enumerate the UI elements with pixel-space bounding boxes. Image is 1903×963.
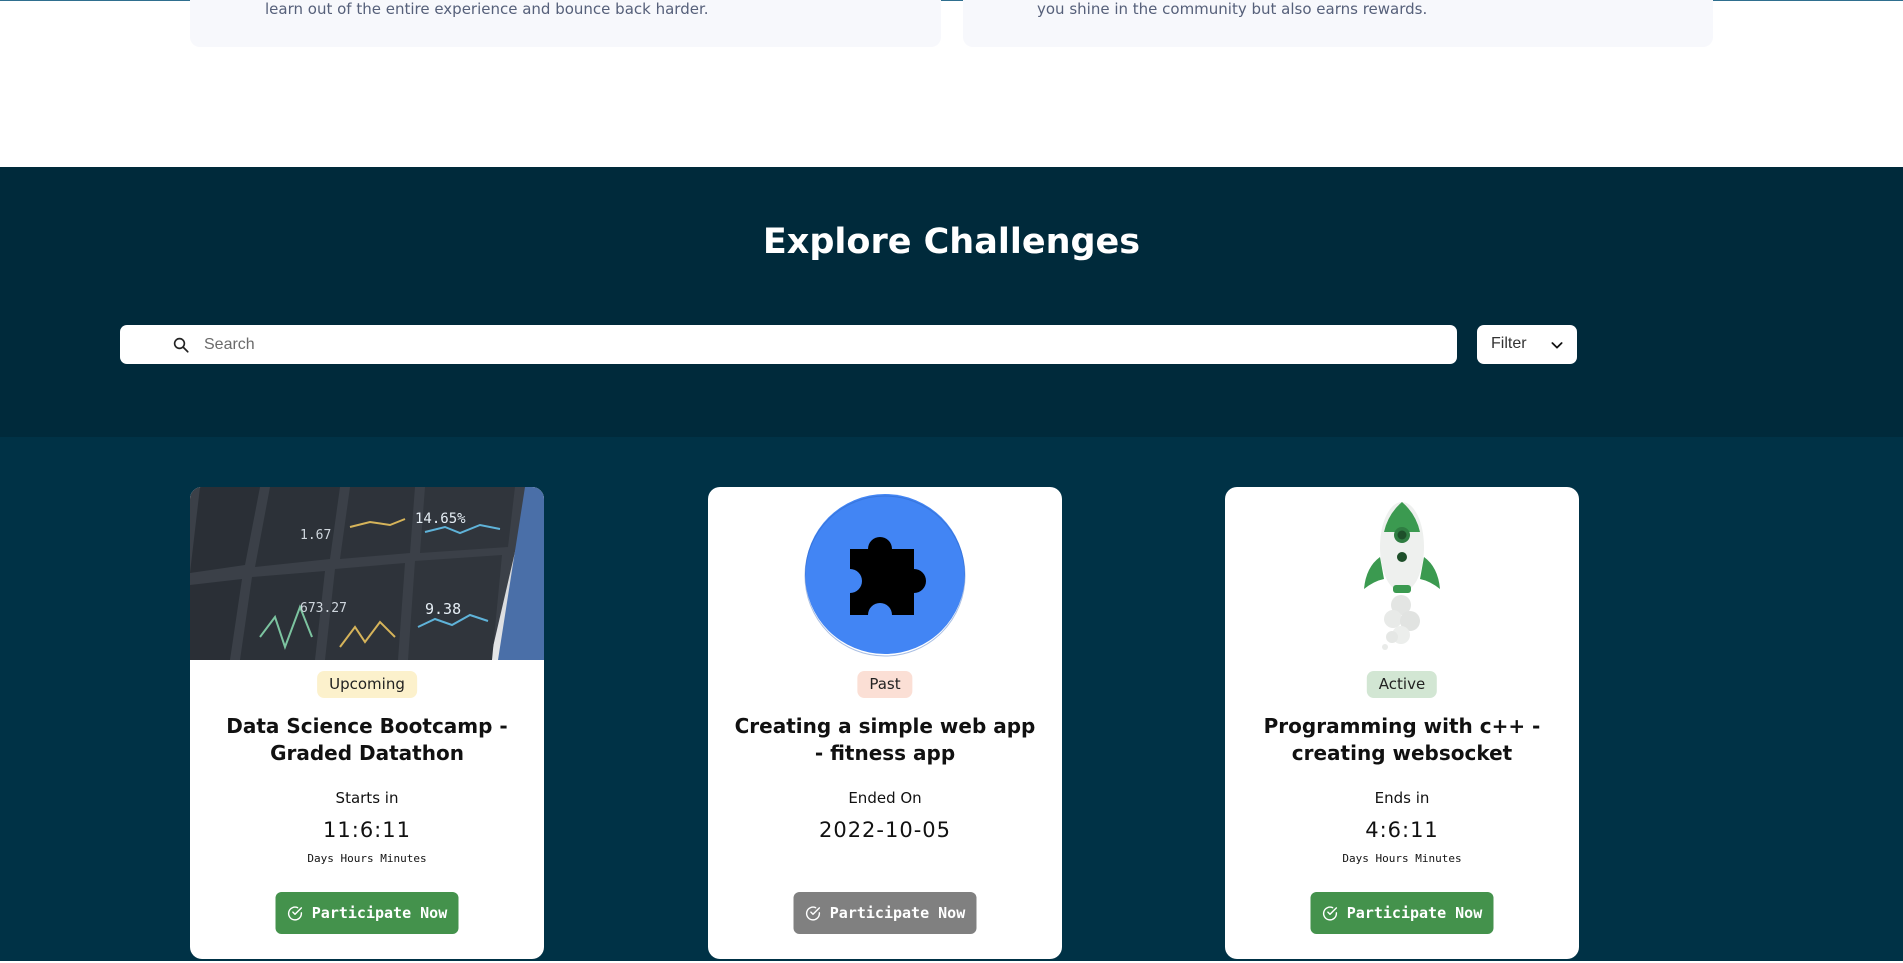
participate-now-button[interactable]: Participate Now <box>275 892 459 934</box>
card-title: Programming with c++ - creating websocke… <box>1263 714 1541 765</box>
puzzle-icon <box>804 494 966 657</box>
chevron-down-icon <box>1551 342 1563 349</box>
svg-text:1.67: 1.67 <box>300 528 331 543</box>
check-circle-icon <box>806 905 821 921</box>
countdown-units: Days Hours Minutes <box>307 852 427 865</box>
countdown-value: 11:6:11 <box>323 818 411 842</box>
time-label: Starts in <box>335 789 399 807</box>
status-badge: Past <box>857 671 913 698</box>
feature-text: learn out of the entire experience and b… <box>265 0 709 18</box>
search-input[interactable] <box>204 332 1404 358</box>
button-label: Participate Now <box>1346 904 1483 922</box>
time-label: Ends in <box>1374 789 1430 807</box>
participate-now-button[interactable]: Participate Now <box>793 892 977 934</box>
rocket-icon <box>1364 502 1440 650</box>
feature-card-bounce-back: learn out of the entire experience and b… <box>190 0 941 47</box>
filter-label: Filter <box>1491 335 1527 352</box>
search-icon <box>173 337 189 353</box>
search-bar[interactable] <box>120 325 1457 364</box>
challenge-card[interactable]: 14.65% 9.38 1.67 673.27 Upcoming Data Sc… <box>190 487 544 959</box>
svg-text:673.27: 673.27 <box>300 601 347 616</box>
feature-card-rewards: you shine in the community but also earn… <box>963 0 1713 47</box>
card-title: Data Science Bootcamp - Graded Datathon <box>226 714 508 765</box>
countdown-value: 4:6:11 <box>1365 818 1439 842</box>
button-label: Participate Now <box>311 904 448 922</box>
explore-hero <box>0 167 1903 437</box>
end-date: 2022-10-05 <box>818 818 952 842</box>
participate-now-button[interactable]: Participate Now <box>1310 892 1494 934</box>
challenge-card[interactable]: Past Creating a simple web app - fitness… <box>708 487 1062 959</box>
status-badge: Active <box>1366 671 1438 698</box>
svg-text:14.65%: 14.65% <box>415 511 466 527</box>
page-title: Explore Challenges <box>762 222 1141 262</box>
countdown-units: Days Hours Minutes <box>1342 852 1462 865</box>
svg-text:9.38: 9.38 <box>425 600 461 618</box>
status-badge: Upcoming <box>317 671 417 698</box>
button-label: Participate Now <box>829 904 966 922</box>
challenge-card[interactable]: Active Programming with c++ - creating w… <box>1225 487 1579 959</box>
filter-dropdown[interactable]: Filter <box>1477 325 1577 364</box>
check-circle-icon <box>1323 905 1338 921</box>
time-label: Ended On <box>848 789 922 807</box>
check-circle-icon <box>288 905 303 921</box>
feature-text: you shine in the community but also earn… <box>1037 0 1428 18</box>
dashboard-photo: 14.65% 9.38 1.67 673.27 <box>190 487 544 660</box>
card-title: Creating a simple web app - fitness app <box>734 714 1036 765</box>
